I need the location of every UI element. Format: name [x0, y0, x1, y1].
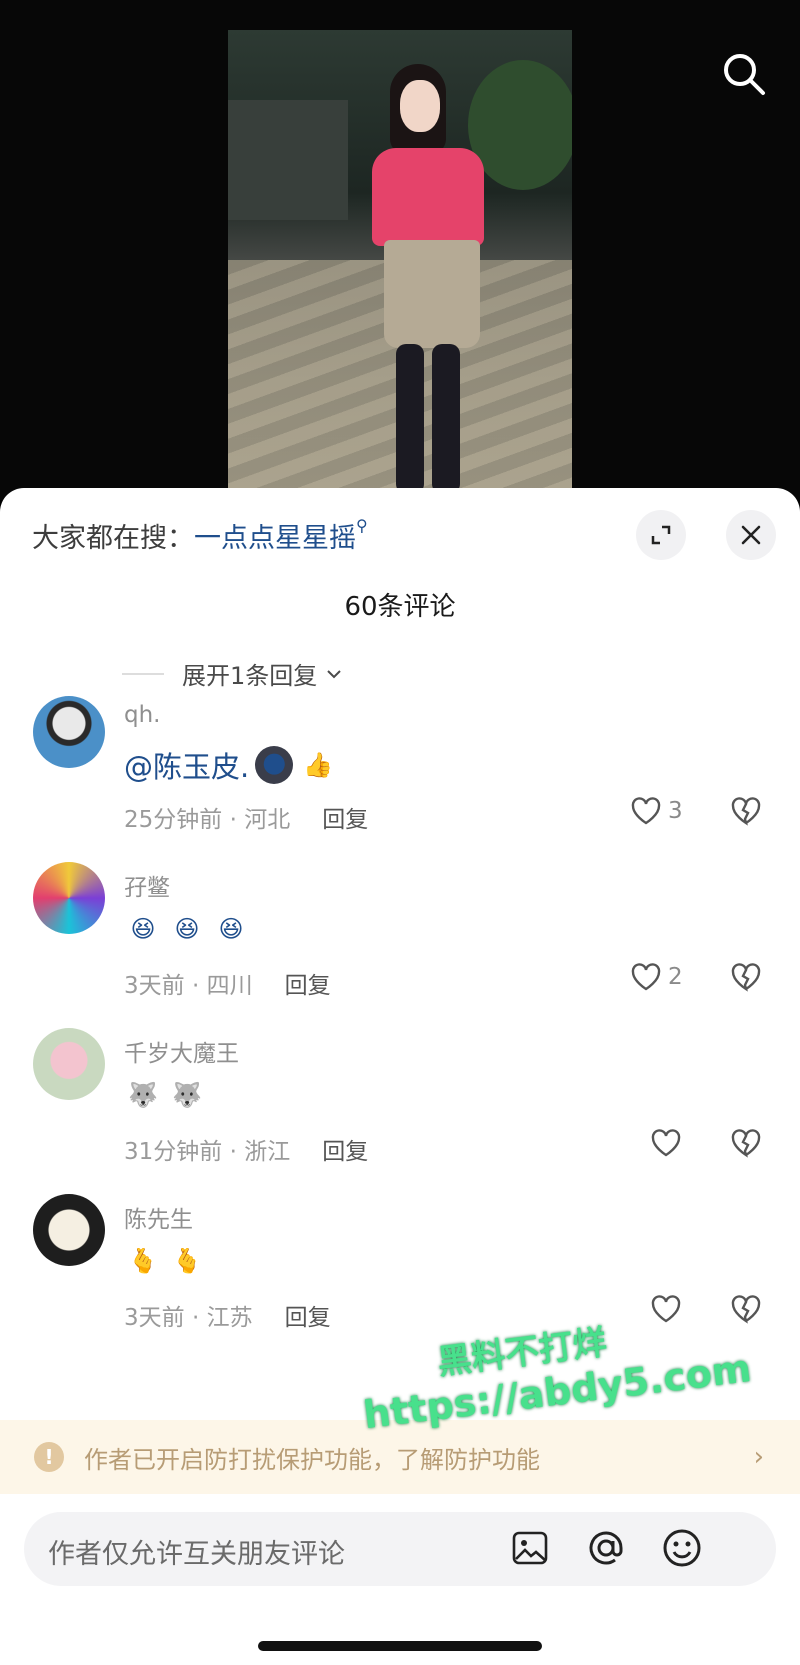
- avatar[interactable]: [33, 1028, 105, 1100]
- protection-notice[interactable]: ! 作者已开启防打扰保护功能，了解防护功能 ›: [0, 1420, 800, 1494]
- expand-replies-label: 展开1条回复: [182, 662, 318, 690]
- reply-button[interactable]: 回复: [322, 1139, 368, 1165]
- close-icon: [741, 525, 761, 545]
- heart-icon: [631, 797, 661, 825]
- search-icon[interactable]: [720, 50, 768, 98]
- emoji-grin: 😆: [218, 915, 244, 943]
- emoji-finger-heart: 🫰: [172, 1247, 202, 1275]
- broken-heart-icon: [731, 1129, 761, 1158]
- comment-username[interactable]: qh.: [124, 702, 161, 728]
- broken-heart-icon: [731, 797, 761, 826]
- emoji-grin: 😆: [130, 915, 156, 943]
- chevron-down-icon: [327, 669, 341, 678]
- emoji-thumbs-up: 👍: [303, 751, 334, 779]
- close-button[interactable]: [726, 510, 776, 560]
- comment-username[interactable]: 孖鳖: [124, 868, 170, 902]
- dislike-button[interactable]: [730, 1294, 762, 1328]
- dislike-button[interactable]: [730, 962, 762, 996]
- reply-button[interactable]: 回复: [285, 973, 331, 999]
- subject-apron: [384, 240, 480, 348]
- subject-face: [400, 80, 440, 132]
- comment-time-location: 31分钟前 · 浙江: [124, 1139, 291, 1165]
- home-indicator: [258, 1641, 542, 1651]
- divider: [122, 672, 164, 675]
- comment-count: 60条评论: [344, 592, 456, 622]
- emoji-moon-face: 🌑: [255, 746, 294, 784]
- comment-time-location: 3天前 · 四川: [124, 973, 253, 999]
- mention-icon[interactable]: [584, 1526, 628, 1570]
- comment-input[interactable]: 作者仅允许互关朋友评论: [24, 1512, 776, 1586]
- reply-button[interactable]: 回复: [322, 807, 368, 833]
- expand-sheet-button[interactable]: [636, 510, 686, 560]
- comment-text: @陈玉皮. 🌑 👍: [124, 744, 337, 786]
- subject-leg-left: [396, 344, 424, 494]
- like-button[interactable]: [650, 1294, 682, 1324]
- heart-icon: [651, 1129, 681, 1157]
- hot-search-keyword[interactable]: 一点点星星摇: [194, 523, 356, 554]
- comment-item: 陈先生 🫰 🫰 3天前 · 江苏 回复: [0, 1194, 800, 1370]
- like-button[interactable]: 2: [630, 962, 683, 992]
- dislike-button[interactable]: [730, 796, 762, 830]
- notice-text: 作者已开启防打扰保护功能，了解防护功能: [84, 1445, 540, 1474]
- comment-item: 孖鳖 😆 😆 😆 3天前 · 四川 回复 2: [0, 862, 800, 1038]
- emoji-finger-heart: 🫰: [128, 1247, 158, 1275]
- dislike-button[interactable]: [730, 1128, 762, 1162]
- comment-item: 千岁大魔王 🐺 🐺 31分钟前 · 浙江 回复: [0, 1028, 800, 1204]
- video-player[interactable]: [0, 0, 800, 500]
- comment-input-placeholder: 作者仅允许互关朋友评论: [48, 1539, 345, 1570]
- hot-search-bar[interactable]: 大家都在搜：一点点星星摇⚲: [32, 516, 368, 555]
- emoji-icon[interactable]: [660, 1526, 704, 1570]
- emoji-grin: 😆: [174, 915, 200, 943]
- emoji-husky: 🐺: [172, 1081, 202, 1109]
- heart-icon: [631, 963, 661, 991]
- comment-mention[interactable]: @陈玉皮.: [124, 744, 249, 786]
- like-button[interactable]: [650, 1128, 682, 1158]
- comment-item: qh. @陈玉皮. 🌑 👍 25分钟前 · 河北 回复 3: [0, 696, 800, 872]
- subject-shirt: [372, 148, 484, 246]
- avatar[interactable]: [33, 1194, 105, 1266]
- comment-time-location: 3天前 · 江苏: [124, 1305, 253, 1331]
- comment-text: 😆 😆 😆: [124, 910, 250, 948]
- keyword-search-icon: ⚲: [356, 516, 368, 535]
- comment-meta: 31分钟前 · 浙江 回复: [124, 1132, 368, 1166]
- comment-text: 🫰 🫰: [124, 1242, 206, 1280]
- background-building: [228, 100, 348, 220]
- broken-heart-icon: [731, 963, 761, 992]
- comment-meta: 25分钟前 · 河北 回复: [124, 800, 368, 834]
- warning-icon: !: [34, 1442, 64, 1472]
- comment-meta: 3天前 · 四川 回复: [124, 966, 331, 1000]
- broken-heart-icon: [731, 1295, 761, 1324]
- like-count: 3: [668, 798, 683, 824]
- reply-button[interactable]: 回复: [285, 1305, 331, 1331]
- like-button[interactable]: 3: [630, 796, 683, 826]
- chevron-right-icon: ›: [753, 1442, 764, 1472]
- video-subject: [348, 50, 508, 495]
- comment-username[interactable]: 千岁大魔王: [124, 1034, 239, 1068]
- image-icon[interactable]: [508, 1526, 552, 1570]
- comment-text: 🐺 🐺: [124, 1076, 206, 1114]
- video-frame[interactable]: [228, 30, 572, 495]
- comment-username[interactable]: 陈先生: [124, 1200, 193, 1234]
- avatar[interactable]: [33, 696, 105, 768]
- avatar[interactable]: [33, 862, 105, 934]
- comment-time-location: 25分钟前 · 河北: [124, 807, 291, 833]
- hot-search-prefix: 大家都在搜：: [32, 523, 194, 554]
- expand-icon: [651, 525, 671, 545]
- expand-replies-button[interactable]: 展开1条回复: [122, 656, 343, 691]
- subject-leg-right: [432, 344, 460, 494]
- comment-meta: 3天前 · 江苏 回复: [124, 1298, 331, 1332]
- heart-icon: [651, 1295, 681, 1323]
- like-count: 2: [668, 964, 683, 990]
- emoji-husky: 🐺: [128, 1081, 158, 1109]
